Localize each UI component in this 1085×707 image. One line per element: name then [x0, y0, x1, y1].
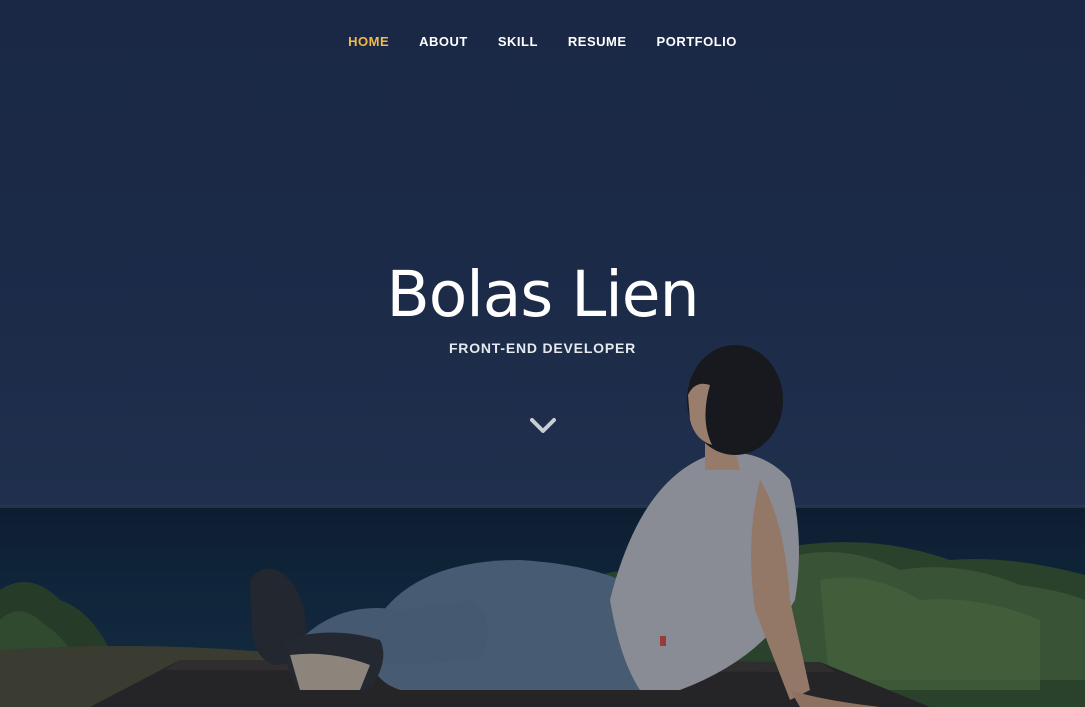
nav-portfolio[interactable]: PORTFOLIO — [642, 30, 752, 53]
scroll-down-button[interactable] — [528, 414, 558, 438]
main-navigation: HOME ABOUT SKILL RESUME PORTFOLIO — [0, 30, 1085, 53]
nav-home[interactable]: HOME — [333, 30, 404, 53]
hero-role: FRONT-END DEVELOPER — [448, 340, 637, 356]
nav-resume[interactable]: RESUME — [553, 30, 642, 53]
chevron-down-icon — [530, 418, 556, 433]
hero-title-block: Bolas Lien FRONT-END DEVELOPER — [0, 258, 1085, 356]
hero-name: Bolas Lien — [386, 258, 699, 331]
nav-about[interactable]: ABOUT — [404, 30, 483, 53]
hero-section: HOME ABOUT SKILL RESUME PORTFOLIO Bolas … — [0, 0, 1085, 707]
nav-skill[interactable]: SKILL — [483, 30, 553, 53]
